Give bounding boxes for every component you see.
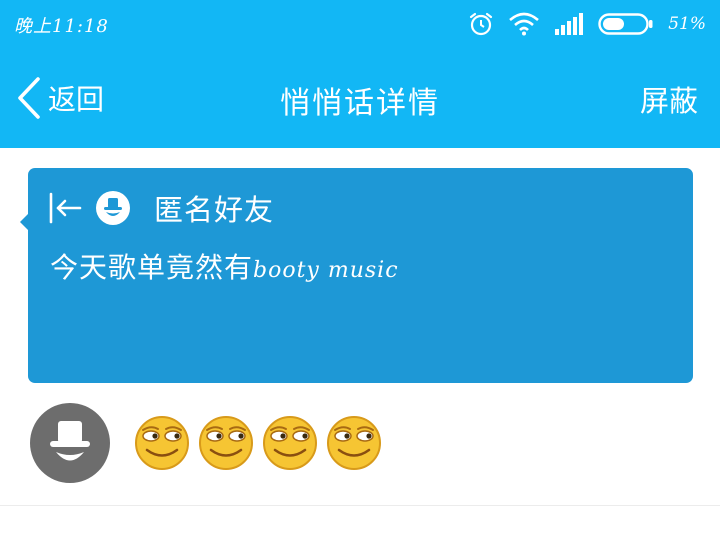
anonymous-mask-icon (104, 198, 122, 216)
anonymous-avatar[interactable] (30, 403, 110, 483)
wifi-icon (509, 12, 540, 36)
message-card: 匿名好友 今天歌单竟然有booty music (20, 168, 693, 383)
message-text-latin: booty music (253, 258, 399, 283)
reply-row (30, 403, 390, 483)
battery-icon (598, 13, 653, 35)
smirk-face-icon (327, 416, 381, 470)
bubble-tail (20, 214, 28, 230)
battery-percent: 51% (668, 14, 706, 34)
card-header: 匿名好友 (48, 190, 275, 227)
nav-bar: 返回 悄悄话详情 屏蔽 (0, 48, 720, 148)
sender-name: 匿名好友 (154, 193, 275, 227)
alarm-icon (470, 12, 493, 36)
signal-icon (555, 13, 584, 35)
status-bar: 晚上11:18 51% (0, 0, 720, 48)
page-title: 悄悄话详情 (280, 86, 440, 121)
smirk-face-icon (135, 416, 189, 470)
reply-arrow-icon[interactable] (48, 192, 82, 224)
block-button[interactable]: 屏蔽 (640, 78, 698, 120)
battery-fill (603, 18, 625, 30)
message-text-cjk: 今天歌单竟然有 (50, 251, 254, 284)
anonymous-mask-icon (50, 421, 90, 461)
anonymous-avatar-small (96, 191, 130, 225)
smirk-face-icon (199, 416, 253, 470)
message-text: 今天歌单竟然有booty music (50, 246, 399, 286)
status-icons: 51% (454, 10, 706, 38)
divider (0, 505, 720, 506)
smirk-face-icon (263, 416, 317, 470)
status-time: 晚上11:18 (14, 16, 109, 37)
emoji-list (134, 415, 390, 471)
